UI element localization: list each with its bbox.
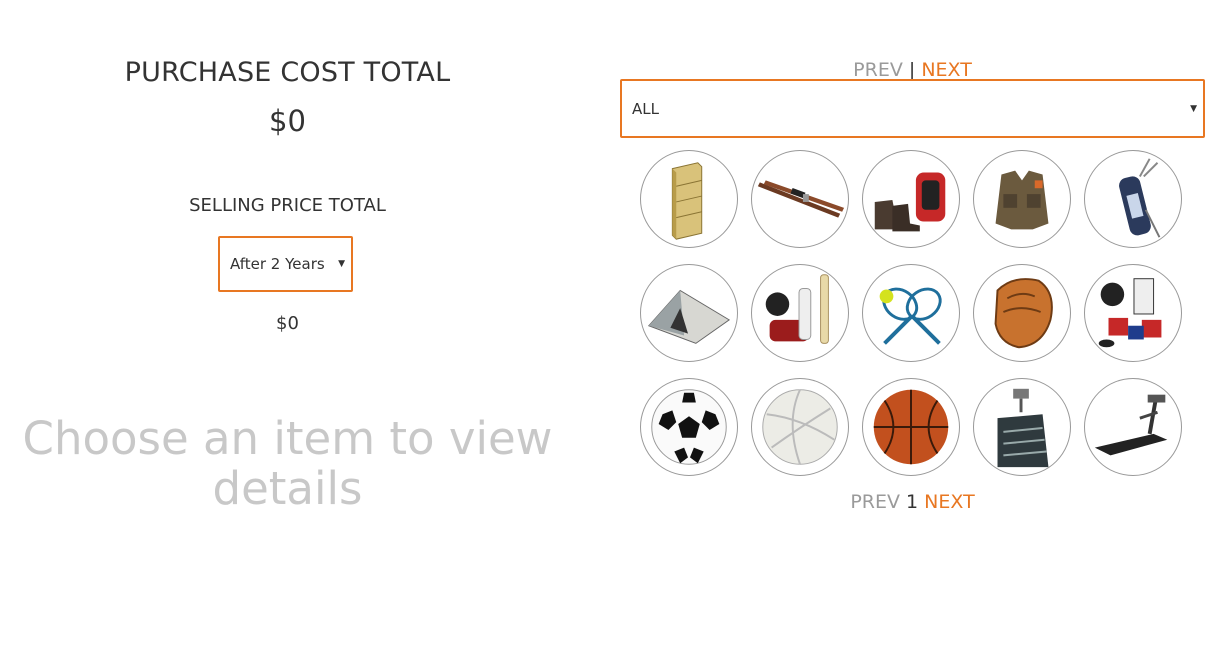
pager-separator: |: [908, 59, 916, 81]
summary-panel: PURCHASE COST TOTAL $0 SELLING PRICE TOT…: [0, 0, 575, 657]
tennis-rackets-icon: [879, 287, 942, 345]
fishing-vest-icon: [995, 170, 1049, 230]
item-tennis-rackets[interactable]: [862, 264, 960, 362]
next-link[interactable]: NEXT: [921, 59, 972, 81]
baseball-glove-icon: [994, 278, 1053, 349]
item-cricket-gear[interactable]: [751, 264, 849, 362]
bookshelf-icon: [671, 162, 703, 240]
item-stair-climber[interactable]: [973, 378, 1071, 476]
prev-link[interactable]: PREV: [853, 59, 903, 81]
page-number: 1: [906, 491, 919, 513]
prev-link[interactable]: PREV: [850, 491, 900, 513]
selling-price-value: $0: [276, 313, 299, 334]
category-select-value: ALL: [632, 99, 659, 118]
next-link[interactable]: NEXT: [924, 491, 975, 513]
stair-climber-icon: [997, 388, 1049, 468]
item-hockey-gear[interactable]: [1084, 264, 1182, 362]
item-bookshelf[interactable]: [640, 150, 738, 248]
period-select-value: After 2 Years: [230, 255, 325, 273]
period-select[interactable]: After 2 Years ▼: [218, 236, 353, 292]
skis-icon: [757, 180, 845, 218]
item-fishing-vest[interactable]: [973, 150, 1071, 248]
hiking-boots-backpack-icon: [874, 172, 946, 232]
soccer-ball-icon: [651, 389, 727, 465]
item-baseball-glove[interactable]: [973, 264, 1071, 362]
volleyball-icon: [762, 389, 838, 465]
selling-price-title: SELLING PRICE TOTAL: [189, 195, 386, 216]
pager-top: PREV | NEXT: [620, 59, 1205, 81]
item-tent[interactable]: [640, 264, 738, 362]
category-select[interactable]: ALL ▼: [620, 79, 1205, 138]
dropdown-arrow-icon: ▼: [1190, 104, 1197, 114]
item-boots-backpack[interactable]: [862, 150, 960, 248]
item-soccer-ball[interactable]: [640, 378, 738, 476]
item-volleyball[interactable]: [751, 378, 849, 476]
hockey-gear-icon: [1098, 278, 1162, 348]
item-treadmill[interactable]: [1084, 378, 1182, 476]
item-skis[interactable]: [751, 150, 849, 248]
tent-icon: [647, 289, 731, 344]
purchase-cost-title: PURCHASE COST TOTAL: [124, 57, 451, 88]
golf-bag-icon: [1119, 158, 1161, 238]
item-basketball[interactable]: [862, 378, 960, 476]
treadmill-icon: [1094, 394, 1168, 456]
cricket-gear-icon: [765, 274, 829, 344]
dropdown-arrow-icon: ▼: [338, 259, 345, 269]
basketball-icon: [873, 389, 949, 465]
purchase-cost-value: $0: [269, 104, 306, 138]
item-details-placeholder: Choose an item to view details: [22, 412, 553, 515]
pager-bottom: PREV 1 NEXT: [620, 491, 1205, 513]
item-golf-bag[interactable]: [1084, 150, 1182, 248]
